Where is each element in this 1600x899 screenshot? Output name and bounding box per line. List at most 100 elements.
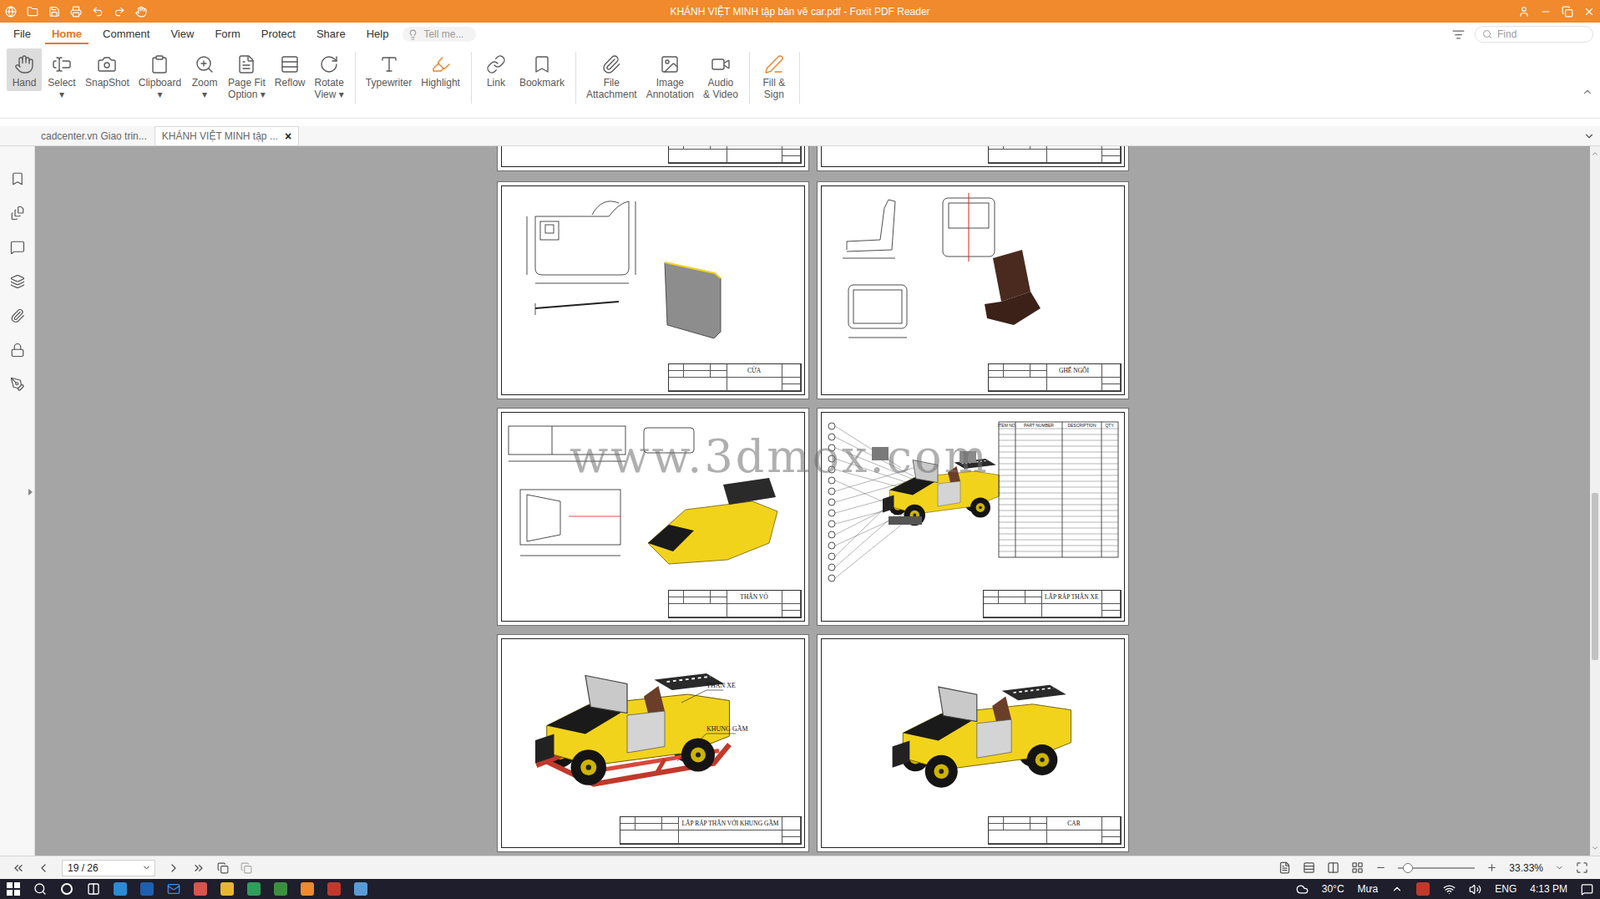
edge-icon[interactable] [113,881,127,896]
redo-icon[interactable] [113,5,126,18]
document-tab[interactable]: KHÁNH VIỆT MINH tập ...× [154,126,299,146]
panel-expander[interactable] [28,488,33,496]
ribbon-button[interactable]: Select▾ [44,48,80,103]
ribbon-button[interactable]: Fill &Sign [756,48,792,103]
cover-facing-icon[interactable] [1351,860,1364,874]
pages-icon[interactable] [10,205,26,221]
single-page-icon[interactable] [1278,860,1292,874]
scroll-up-icon[interactable] [1590,149,1600,158]
clipboard-icon [149,54,170,75]
volume-icon[interactable] [1468,882,1482,896]
find-field[interactable]: Find [1474,25,1594,43]
ribbon-button[interactable]: Zoom▾ [187,48,223,103]
ribbon-button[interactable]: Typewriter [362,48,416,92]
search-icon[interactable] [33,881,47,896]
open-icon[interactable] [26,5,39,18]
pdf-page[interactable] [816,146,1130,172]
zoom-thumb[interactable] [1402,862,1413,873]
ribbon-button[interactable]: Audio& Video [699,48,742,103]
ribbon-button[interactable]: Link [478,48,514,92]
pdf-page[interactable]: ITEM NO.PART NUMBERDESCRIPTIONQTY.LẮP RÁ… [816,407,1130,626]
scroll-down-icon[interactable] [1590,843,1600,852]
zalo-icon[interactable] [354,881,368,896]
mail-icon[interactable] [167,881,181,896]
layers-icon[interactable] [10,273,26,289]
continuous-icon[interactable] [1302,860,1316,874]
ribbon-button[interactable]: Hand [6,48,42,92]
ribbon-button[interactable]: Highlight [417,48,464,92]
vertical-scrollbar[interactable] [1589,146,1600,856]
tell-me-field[interactable]: Tell me... [402,26,476,42]
document-tab[interactable]: cadcenter.vn Giao trin... [33,126,155,146]
pdf-page[interactable]: GHẾ NGỒI [816,181,1130,400]
app-icon[interactable] [193,881,208,896]
ribbon-button[interactable]: ImageAnnotation [643,48,698,103]
network-icon[interactable] [1443,882,1456,896]
tab-close[interactable]: × [284,129,292,143]
svg-text:THÂN XE: THÂN XE [706,680,736,689]
chrome-icon[interactable] [273,881,288,896]
bookmarks-icon[interactable] [10,171,26,187]
app-icon[interactable] [247,881,261,896]
close-icon[interactable] [1583,5,1595,18]
antivirus-icon[interactable] [1416,881,1430,896]
zoom-in-icon[interactable] [1486,861,1498,873]
print-icon[interactable] [70,5,82,18]
save-icon[interactable] [48,5,61,18]
previous-page-icon[interactable] [36,860,51,875]
pdf-page[interactable]: CAR [816,633,1130,852]
pdf-page[interactable]: THÂN XEKHUNG GẦMLẮP RÁP THÂN VỚI KHUNG G… [496,633,810,852]
ribbon-button[interactable]: Bookmark [516,48,568,92]
hand-quick-icon[interactable] [135,5,147,18]
next-page-icon[interactable] [167,860,181,875]
ribbon-button[interactable]: Clipboard▾ [135,48,185,103]
zoom-out-icon[interactable] [1375,861,1387,873]
pdf-page[interactable]: CỬA [496,181,810,400]
page-number-field[interactable]: 19 / 26 [61,859,156,876]
store-icon[interactable] [140,881,154,896]
minimize-icon[interactable] [1539,5,1552,18]
scroll-thumb[interactable] [1591,492,1599,660]
collapse-ribbon-icon[interactable] [1581,86,1594,98]
account-icon[interactable] [1518,5,1530,18]
tab-list-icon[interactable] [1583,130,1595,142]
cortana-icon[interactable] [60,881,74,896]
tray-expand-icon[interactable] [1391,882,1403,895]
menu-item[interactable]: Home [45,24,89,45]
windows-start-icon[interactable] [6,881,21,896]
pdf-page[interactable]: THÂN VỎ [496,407,810,626]
undo-icon[interactable] [91,5,104,18]
foxit-icon[interactable] [300,881,314,896]
page-view-icon[interactable] [217,861,229,874]
signature-icon[interactable] [10,376,26,392]
facing-icon[interactable] [1326,860,1340,874]
ribbon-button[interactable]: FileAttachment [582,48,641,103]
menu-item[interactable]: Help [359,24,396,45]
zoom-dropdown-icon[interactable] [1554,862,1565,872]
menu-item[interactable]: Comment [96,24,157,45]
task-view-icon[interactable] [86,881,101,896]
app-icon[interactable] [327,881,341,896]
last-page-icon[interactable] [192,860,206,875]
pdf-page[interactable] [496,146,810,172]
attachments-icon[interactable] [10,308,26,324]
notifications-icon[interactable] [1580,882,1594,896]
zoom-slider[interactable] [1397,866,1475,869]
menu-item[interactable]: Share [309,24,353,45]
ribbon-button[interactable]: Page FitOption ▾ [224,48,269,103]
ribbon-button[interactable]: RotateView ▾ [311,48,348,103]
first-page-icon[interactable] [11,860,26,875]
ribbon-button[interactable]: SnapShot [81,48,133,92]
menu-item[interactable]: View [163,24,201,45]
menu-item[interactable]: Form [207,24,247,45]
menu-item[interactable]: File [6,24,38,45]
menu-item[interactable]: Protect [254,24,303,45]
ribbon-button[interactable]: Reflow [271,48,309,92]
security-icon[interactable] [10,342,26,358]
restore-icon[interactable] [1561,5,1574,18]
fullscreen-icon[interactable] [1575,860,1589,874]
page-view-alt-icon[interactable] [240,861,253,874]
layout-icon[interactable] [1452,28,1465,41]
comments-icon[interactable] [10,239,26,255]
explorer-icon[interactable] [220,881,234,896]
